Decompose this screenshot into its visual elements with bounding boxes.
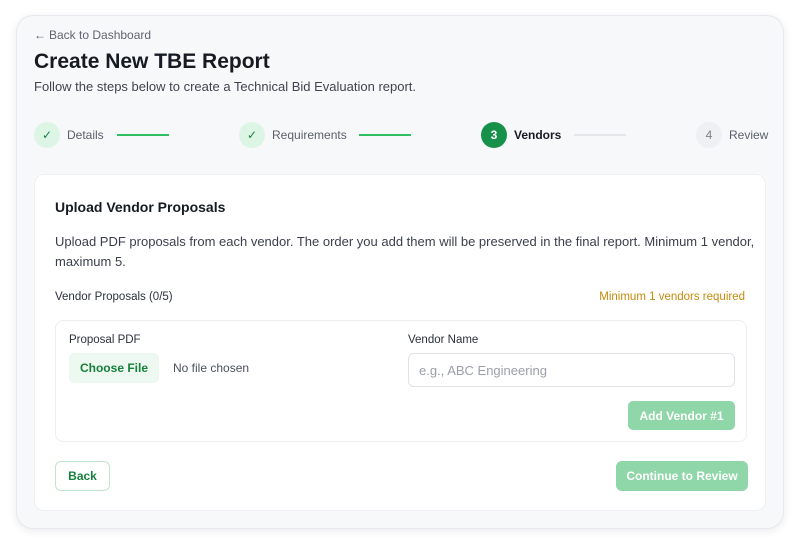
step-details[interactable]: ✓ Details <box>34 122 104 148</box>
check-icon: ✓ <box>34 122 60 148</box>
vendor-proposals-count: Vendor Proposals (0/5) <box>55 291 173 303</box>
page-title: Create New TBE Report <box>34 50 270 73</box>
step-label: Review <box>729 128 769 142</box>
choose-file-button[interactable]: Choose File <box>69 353 159 383</box>
vendor-name-input[interactable] <box>408 353 735 387</box>
step-label: Vendors <box>514 128 562 142</box>
continue-to-review-button[interactable]: Continue to Review <box>616 461 748 491</box>
vendor-name-label: Vendor Name <box>408 334 479 346</box>
step-review[interactable]: 4 Review <box>696 122 768 148</box>
check-icon: ✓ <box>239 122 265 148</box>
step-label: Requirements <box>272 128 347 142</box>
vendor-entry-form: Proposal PDF Choose File No file chosen … <box>55 320 747 442</box>
step-number: 3 <box>481 122 507 148</box>
add-vendor-button[interactable]: Add Vendor #1 <box>628 401 735 430</box>
app-window: ← Back to Dashboard Create New TBE Repor… <box>17 16 783 528</box>
step-connector <box>117 134 169 136</box>
step-requirements[interactable]: ✓ Requirements <box>239 122 347 148</box>
back-to-dashboard-link[interactable]: ← Back to Dashboard <box>34 28 151 42</box>
minimum-vendors-warning: Minimum 1 vendors required <box>599 291 745 303</box>
step-connector <box>574 134 626 136</box>
step-number: 4 <box>696 122 722 148</box>
page-subtitle: Follow the steps below to create a Techn… <box>34 79 417 94</box>
arrow-left-icon: ← <box>34 28 46 42</box>
proposal-pdf-label: Proposal PDF <box>69 334 141 346</box>
card-description: Upload PDF proposals from each vendor. T… <box>55 234 755 269</box>
back-button[interactable]: Back <box>55 461 110 491</box>
step-label: Details <box>67 128 104 142</box>
back-link-label: Back to Dashboard <box>49 28 152 42</box>
upload-card: Upload Vendor Proposals Upload PDF propo… <box>34 174 766 511</box>
file-status: No file chosen <box>173 361 250 375</box>
step-vendors[interactable]: 3 Vendors <box>481 122 561 148</box>
step-connector <box>359 134 411 136</box>
card-title: Upload Vendor Proposals <box>55 199 226 215</box>
